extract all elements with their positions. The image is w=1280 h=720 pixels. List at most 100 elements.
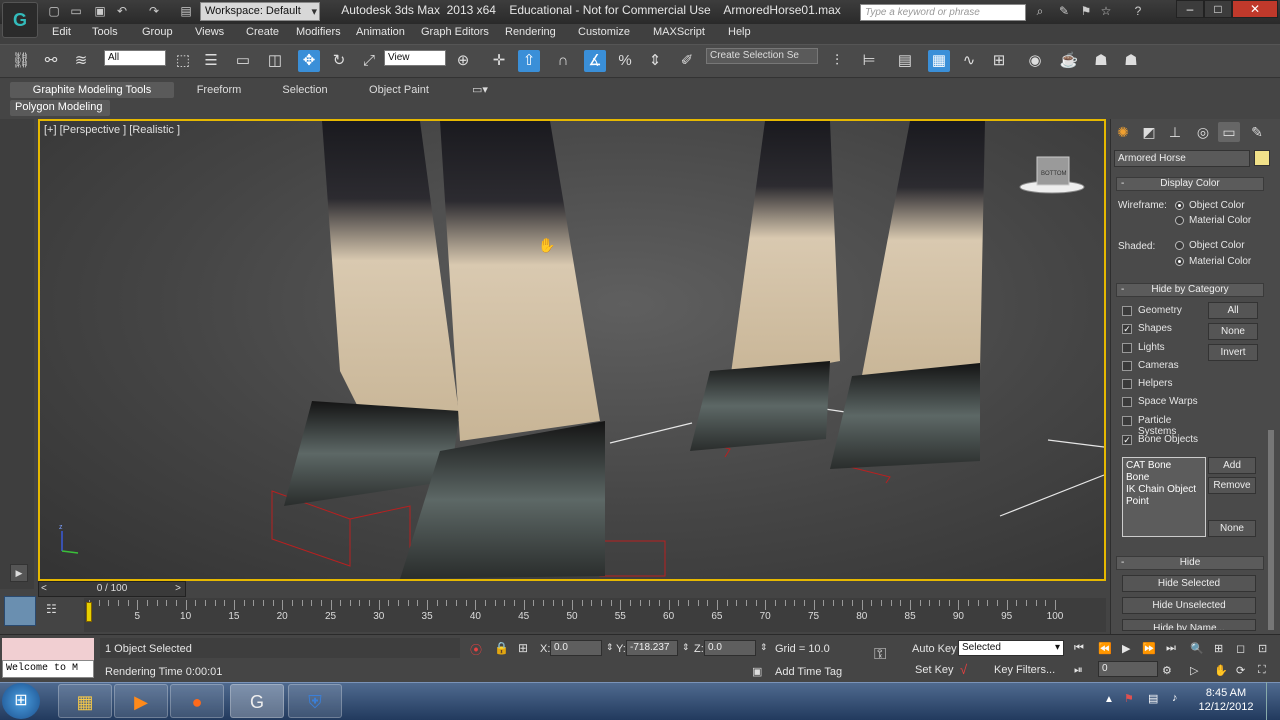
- checkbox-cameras[interactable]: [1122, 361, 1132, 371]
- time-next-icon[interactable]: >: [175, 582, 181, 596]
- list-none-button[interactable]: None: [1208, 520, 1256, 537]
- spinner-snap-icon[interactable]: ⇕: [644, 50, 666, 72]
- shaded-material-color-radio[interactable]: [1175, 257, 1184, 266]
- object-color-swatch[interactable]: [1254, 150, 1270, 166]
- window-crossing-icon[interactable]: ◫: [264, 50, 286, 72]
- time-slider[interactable]: <0 / 100 >: [38, 581, 186, 597]
- tab-freeform[interactable]: Freeform: [184, 82, 254, 98]
- redo-icon[interactable]: ↷: [146, 4, 162, 19]
- menu-animation[interactable]: Animation: [356, 26, 405, 38]
- current-frame-field[interactable]: 0: [1098, 661, 1158, 677]
- checkbox-lights[interactable]: [1122, 343, 1132, 353]
- reference-coordinate-dropdown[interactable]: View: [384, 50, 446, 66]
- render-production-icon[interactable]: ☗: [1120, 50, 1142, 72]
- layer-manager-icon[interactable]: ▤: [894, 50, 916, 72]
- move-icon[interactable]: ✥: [298, 50, 320, 72]
- time-configuration-icon[interactable]: ⚙: [1162, 664, 1172, 677]
- checkbox-shapes[interactable]: ✓: [1122, 324, 1132, 334]
- current-frame-marker[interactable]: [86, 602, 92, 622]
- modify-tab-icon[interactable]: ◩: [1138, 122, 1160, 142]
- material-editor-icon[interactable]: ◉: [1024, 50, 1046, 72]
- help-icon[interactable]: ?: [1130, 4, 1146, 19]
- checkbox-space-warps[interactable]: [1122, 397, 1132, 407]
- subscription-icon[interactable]: ✎: [1056, 4, 1072, 19]
- menu-edit[interactable]: Edit: [52, 26, 71, 38]
- hierarchy-tab-icon[interactable]: ⊥: [1164, 122, 1186, 142]
- menu-graph-editors[interactable]: Graph Editors: [421, 26, 489, 38]
- wireframe-object-color-radio[interactable]: [1175, 201, 1184, 210]
- command-panel-scrollbar[interactable]: [1268, 430, 1274, 630]
- tab-object-paint[interactable]: Object Paint: [356, 82, 442, 98]
- selection-lock-icon[interactable]: 🔒: [494, 641, 509, 655]
- menu-rendering[interactable]: Rendering: [505, 26, 556, 38]
- save-icon[interactable]: ▣: [92, 4, 108, 19]
- object-name-field[interactable]: Armored Horse: [1114, 150, 1250, 167]
- communication-icon[interactable]: ⚑: [1078, 4, 1094, 19]
- binoculars-icon[interactable]: ⌕: [1032, 4, 1048, 19]
- snaps-toggle-icon[interactable]: ∩: [552, 50, 574, 72]
- select-object-icon[interactable]: ⬚: [172, 50, 194, 72]
- next-frame-icon[interactable]: ⏩: [1142, 642, 1156, 655]
- firefox-icon[interactable]: ●: [170, 684, 224, 718]
- none-button[interactable]: None: [1208, 323, 1258, 340]
- maximize-viewport-icon[interactable]: ⛶: [1258, 664, 1266, 677]
- show-hidden-icons-icon[interactable]: ▲: [1104, 694, 1114, 705]
- menu-modifiers[interactable]: Modifiers: [296, 26, 341, 38]
- z-spinner-icon[interactable]: ⇕: [760, 642, 768, 653]
- tab-graphite-modeling-tools[interactable]: Graphite Modeling Tools: [10, 82, 174, 98]
- angle-snap-icon[interactable]: ∡: [584, 50, 606, 72]
- system-clock[interactable]: 8:45 AM 12/12/2012: [1196, 686, 1256, 714]
- named-selection-sets-dropdown[interactable]: Create Selection Se: [706, 48, 818, 64]
- key-mode-dropdown[interactable]: Selected ▾: [958, 640, 1064, 656]
- select-manipulate-icon[interactable]: ✛: [488, 50, 510, 72]
- menu-views[interactable]: Views: [195, 26, 224, 38]
- orbit-icon[interactable]: ⟳: [1236, 664, 1245, 677]
- scale-icon[interactable]: ⤢: [358, 50, 380, 72]
- edit-named-selection-icon[interactable]: ✐: [676, 50, 698, 72]
- maximize-button[interactable]: □: [1204, 0, 1232, 18]
- wireframe-material-color-radio[interactable]: [1175, 216, 1184, 225]
- zoom-extents-icon[interactable]: ◻: [1236, 642, 1245, 655]
- menu-help[interactable]: Help: [728, 26, 751, 38]
- perspective-viewport[interactable]: [+] [Perspective ] [Realistic ] z BOTTOM…: [38, 119, 1106, 581]
- render-setup-icon[interactable]: ☕: [1058, 50, 1080, 72]
- checkbox-geometry[interactable]: [1122, 306, 1132, 316]
- show-desktop-button[interactable]: [1266, 682, 1280, 720]
- expand-icon[interactable]: ▶: [10, 564, 28, 582]
- selection-filter-dropdown[interactable]: All: [104, 50, 166, 66]
- set-key-button[interactable]: Set Key: [915, 664, 954, 676]
- go-to-start-icon[interactable]: ⏮: [1074, 642, 1084, 655]
- track-view-icon[interactable]: ☷: [46, 602, 66, 618]
- tab-selection[interactable]: Selection: [270, 82, 340, 98]
- volume-icon[interactable]: ♪: [1172, 692, 1178, 704]
- app-menu-button[interactable]: G: [2, 2, 38, 38]
- hide-selected-button[interactable]: Hide Selected: [1122, 575, 1256, 592]
- start-button[interactable]: ⊞: [2, 683, 40, 719]
- zoom-icon[interactable]: 🔍: [1190, 642, 1204, 655]
- mirror-icon[interactable]: ⫶: [826, 50, 848, 72]
- bind-space-warp-icon[interactable]: ≋: [70, 50, 92, 72]
- play-icon[interactable]: ▶: [1122, 642, 1130, 655]
- time-prev-icon[interactable]: <: [41, 582, 47, 596]
- all-button[interactable]: All: [1208, 302, 1258, 319]
- workspace-dropdown[interactable]: Workspace: Default ▾: [200, 2, 320, 21]
- percent-snap-icon[interactable]: %: [614, 50, 636, 72]
- key-filters-button[interactable]: Key Filters...: [994, 664, 1055, 676]
- utilities-tab-icon[interactable]: ✎: [1246, 122, 1268, 142]
- hide-by-name-button[interactable]: Hide by Name...: [1122, 619, 1256, 631]
- list-item[interactable]: Point: [1126, 496, 1202, 508]
- list-item[interactable]: Bone: [1126, 472, 1202, 484]
- add-button[interactable]: Add: [1208, 457, 1256, 474]
- project-folder-icon[interactable]: ▤: [178, 4, 194, 19]
- z-coordinate-field[interactable]: 0.0: [704, 640, 756, 656]
- list-item[interactable]: IK Chain Object: [1126, 484, 1202, 496]
- remove-button[interactable]: Remove: [1208, 477, 1256, 494]
- media-player-icon[interactable]: ▶: [114, 684, 168, 718]
- security-shield-icon[interactable]: ⛨: [288, 684, 342, 718]
- field-of-view-icon[interactable]: ▷: [1190, 664, 1198, 677]
- go-to-end-icon[interactable]: ⏭: [1166, 642, 1176, 655]
- zoom-all-icon[interactable]: ⊞: [1214, 642, 1223, 655]
- rollout-hide[interactable]: - Hide: [1116, 556, 1264, 570]
- polygon-modeling-panel[interactable]: Polygon Modeling: [10, 100, 110, 116]
- mini-curve-editor-icon[interactable]: [4, 596, 36, 626]
